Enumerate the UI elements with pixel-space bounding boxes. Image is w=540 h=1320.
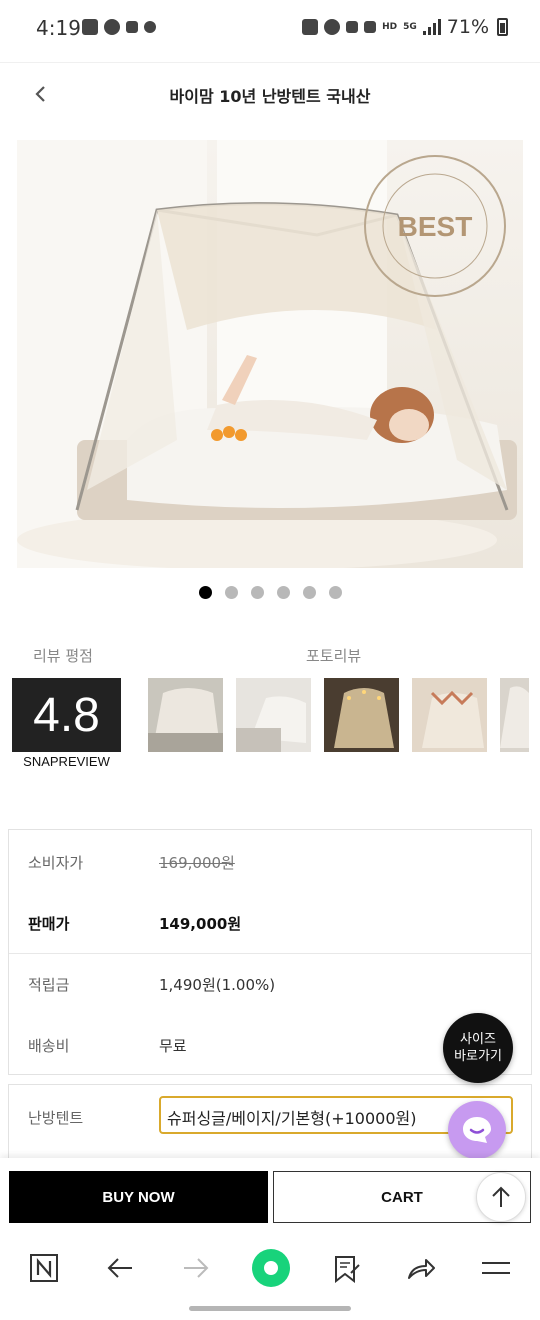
size-shortcut-line2: 바로가기: [454, 1049, 502, 1064]
bowtie-icon: [126, 21, 138, 33]
arrow-left-icon: [107, 1258, 132, 1278]
signal-icon: [422, 19, 441, 35]
system-icons: HD 5G 71%: [302, 16, 508, 38]
mute-icon: [364, 21, 377, 33]
carousel-dot[interactable]: [224, 586, 238, 599]
share-icon: [408, 1259, 435, 1279]
gallery-icon: [82, 19, 98, 35]
rating-heading: 리뷰 평점: [33, 647, 93, 665]
chat-icon: [463, 1117, 491, 1143]
notification-icons: [82, 19, 156, 35]
page-header: 바이맘 10년 난방텐트 국내산: [0, 62, 540, 126]
snapreview-label: SNAPREVIEW: [23, 754, 110, 769]
rating-score: 4.8: [12, 678, 121, 752]
building-icon: [302, 19, 319, 35]
carousel-dots: [0, 586, 540, 599]
photo-review-thumb[interactable]: [500, 678, 529, 752]
battery-percent: 71%: [446, 16, 489, 38]
menu-button[interactable]: [472, 1248, 520, 1288]
carousel-dot[interactable]: [198, 586, 212, 599]
best-badge-text: BEST: [398, 211, 473, 242]
photo-review-thumb[interactable]: [324, 678, 399, 752]
bookmark-icon: [335, 1256, 360, 1283]
carousel-dot[interactable]: [302, 586, 316, 599]
page-title: 바이맘 10년 난방텐트 국내산: [169, 87, 371, 106]
carousel-dot[interactable]: [250, 586, 264, 599]
sale-price-row: 판매가 149,000원: [9, 893, 531, 954]
back-nav-button[interactable]: [96, 1248, 144, 1288]
share-button[interactable]: [397, 1248, 445, 1288]
battery-icon: [497, 18, 508, 36]
forward-nav-button[interactable]: [172, 1248, 220, 1288]
size-shortcut-line1: 사이즈: [460, 1032, 496, 1047]
sale-price-value: 149,000원: [159, 915, 242, 933]
arrow-right-icon: [184, 1258, 209, 1278]
product-image[interactable]: BEST: [17, 140, 523, 568]
alarm-icon: [324, 19, 341, 35]
green-dot-icon: [252, 1249, 290, 1287]
shipping-value: 무료: [159, 1037, 187, 1055]
consumer-price-value: 169,000원: [159, 854, 235, 872]
hd-voice-label: HD: [382, 21, 398, 32]
photo-review-heading: 포토리뷰: [306, 647, 362, 665]
carousel-dot[interactable]: [276, 586, 290, 599]
status-time: 4:19: [36, 16, 81, 40]
naver-home-button[interactable]: [20, 1248, 68, 1288]
photo-review-thumb[interactable]: [412, 678, 487, 752]
carousel-dot[interactable]: [328, 586, 342, 599]
photo-review-thumb[interactable]: [148, 678, 223, 752]
buy-now-button[interactable]: BUY NOW: [9, 1171, 268, 1223]
photo-review-thumb[interactable]: [236, 678, 311, 752]
hamburger-icon: [482, 1262, 510, 1274]
home-indicator[interactable]: [189, 1306, 351, 1311]
status-bar: 4:19 HD 5G 71%: [0, 0, 540, 58]
size-shortcut-button[interactable]: 사이즈 바로가기: [443, 1013, 513, 1083]
bookmark-button[interactable]: [322, 1248, 370, 1288]
points-value: 1,490원(1.00%): [159, 976, 276, 994]
chat-button[interactable]: [448, 1101, 506, 1159]
shipping-label: 배송비: [28, 1037, 70, 1055]
scroll-top-button[interactable]: [476, 1172, 526, 1222]
points-row: 적립금 1,490원(1.00%): [9, 954, 531, 1015]
arrow-up-icon: [492, 1186, 510, 1207]
figure-icon: [144, 21, 156, 33]
purchase-bar: BUY NOW CART: [0, 1158, 540, 1236]
bluetooth-icon: [346, 21, 359, 33]
photo-review-list: [148, 678, 529, 752]
option-label: 난방텐트: [28, 1109, 84, 1127]
points-label: 적립금: [28, 976, 70, 994]
cloud-icon: [104, 19, 120, 35]
naver-n-icon: [30, 1254, 58, 1282]
network-label: 5G: [403, 21, 417, 32]
sale-price-label: 판매가: [28, 915, 70, 933]
consumer-price-row: 소비자가 169,000원: [9, 832, 531, 893]
consumer-price-label: 소비자가: [28, 854, 84, 872]
green-dot-button[interactable]: [247, 1248, 295, 1288]
